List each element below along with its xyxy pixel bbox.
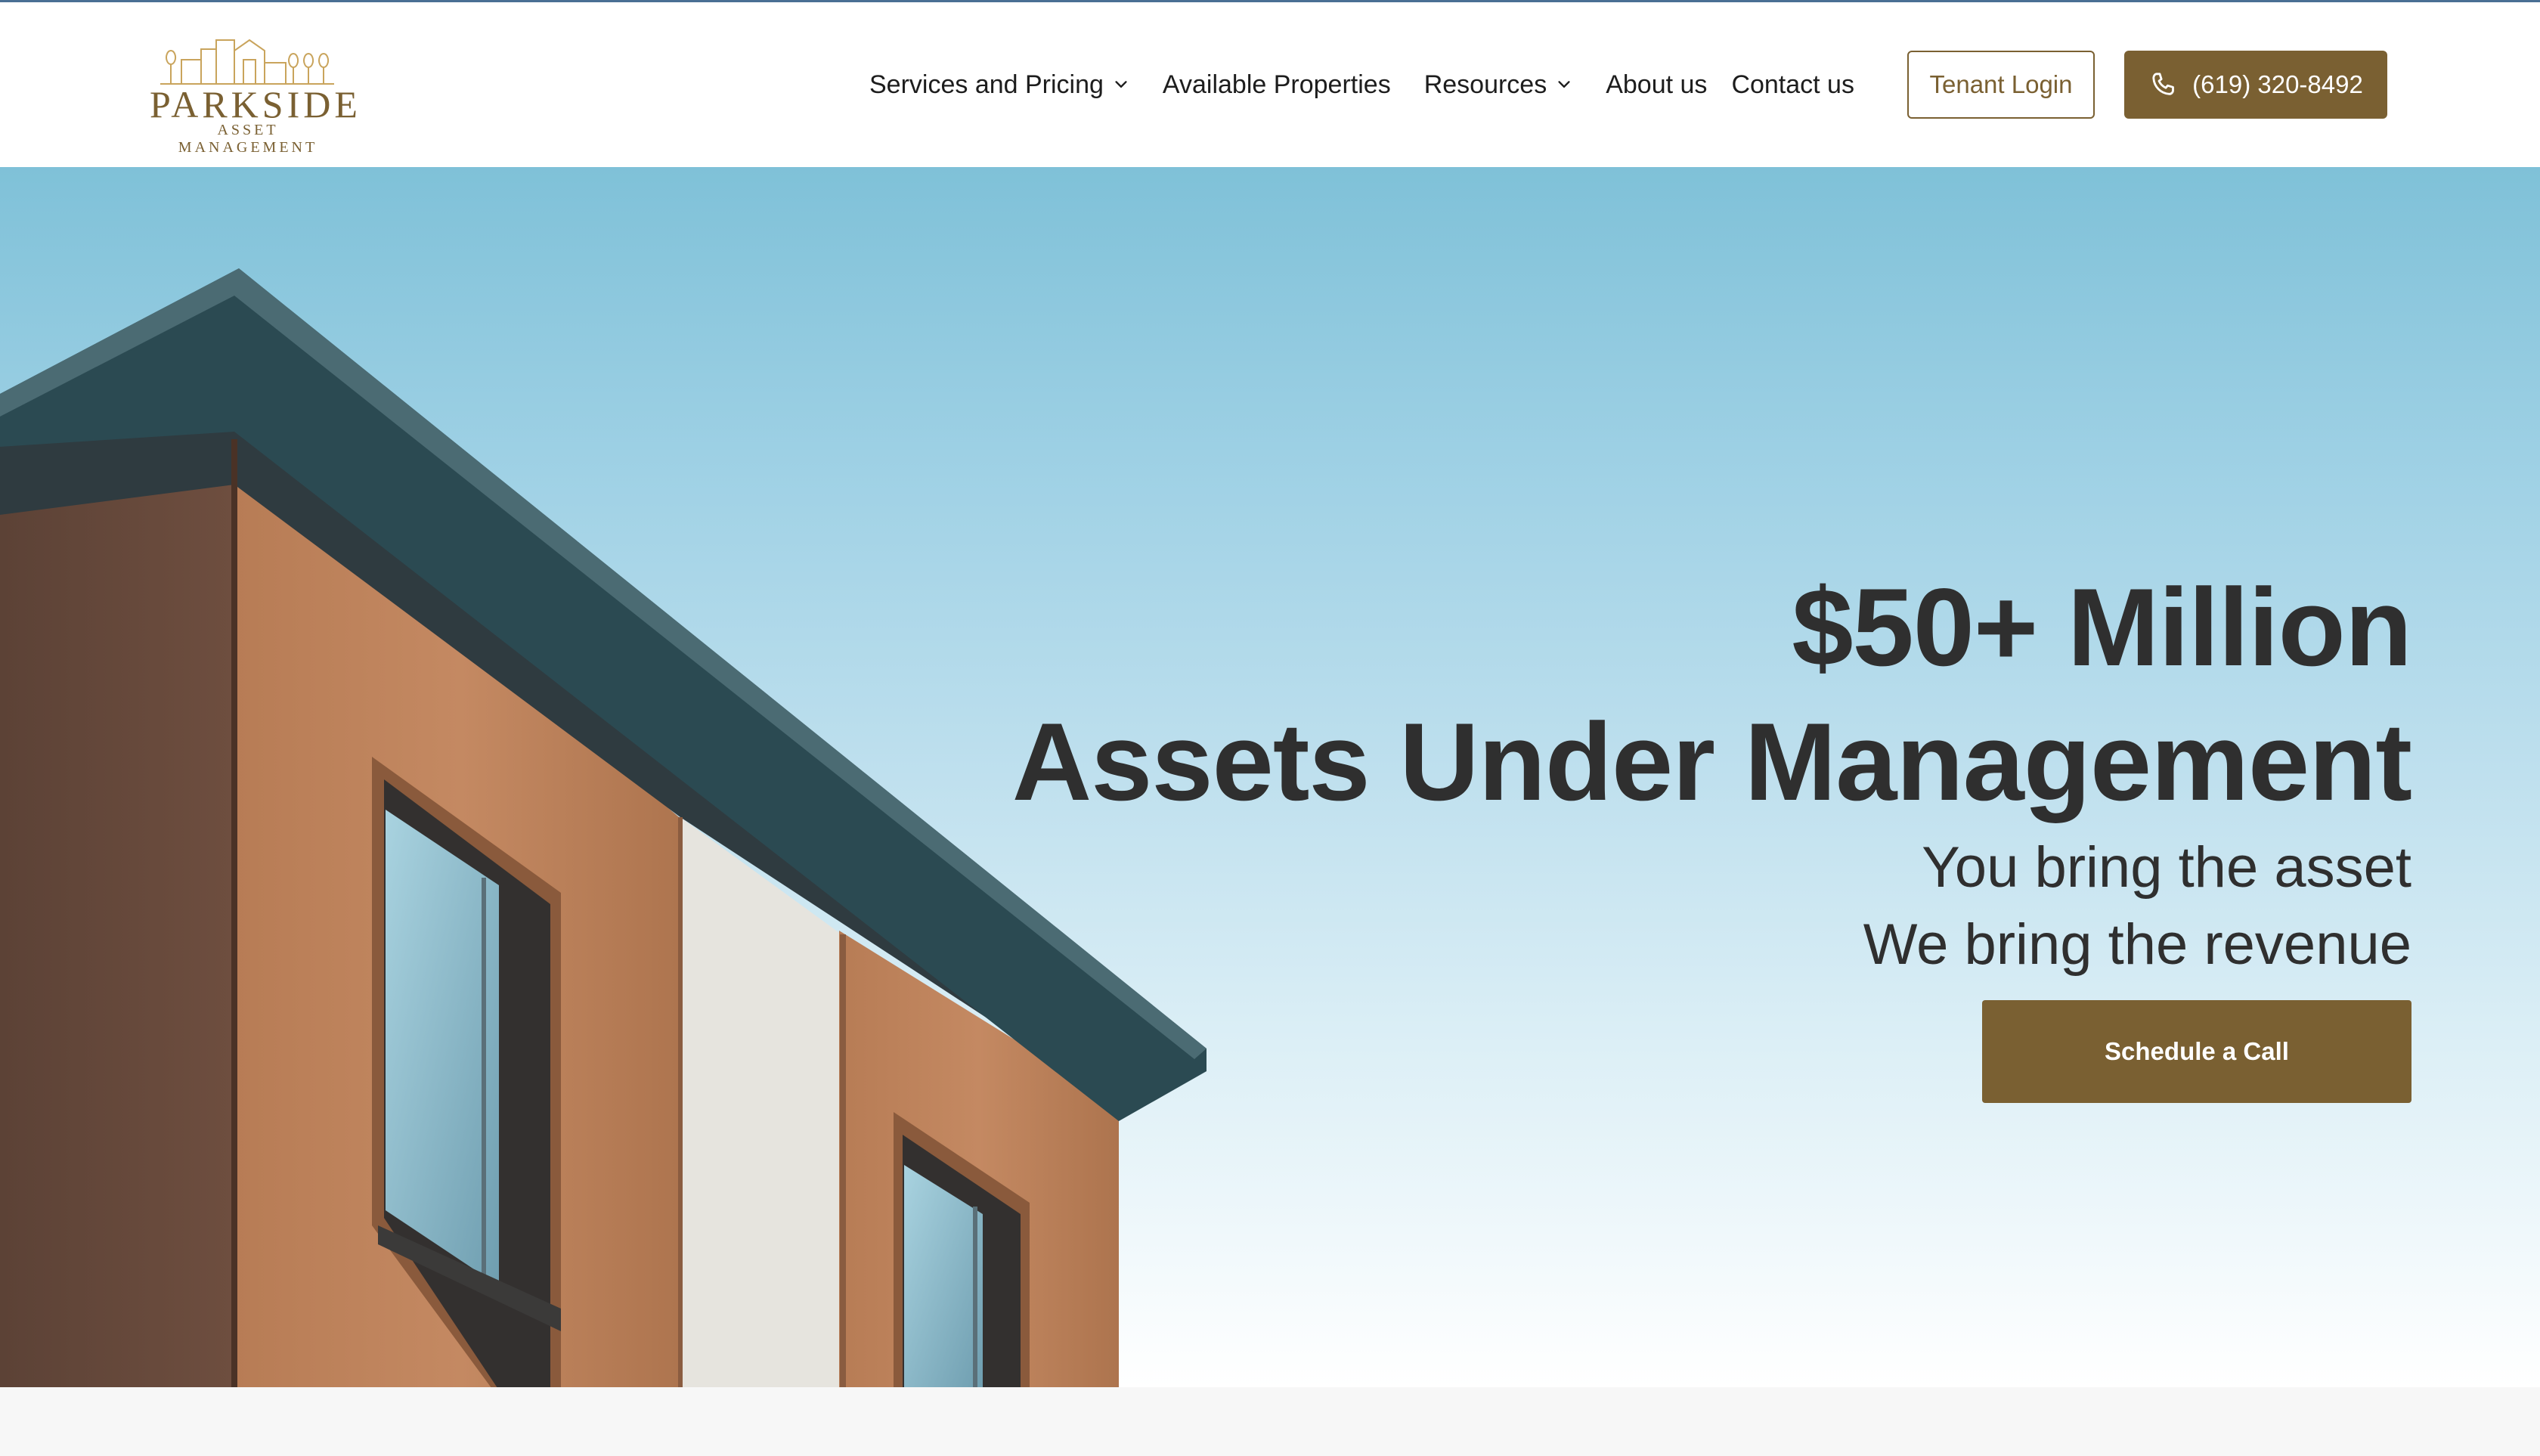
chevron-down-icon — [1558, 81, 1570, 88]
nav-label: Available Properties — [1162, 70, 1391, 99]
hero-headline-line2: Assets Under Management — [1011, 700, 2412, 823]
nav-contact-us[interactable]: Contact us — [1731, 70, 1854, 100]
hero-headline-line1: $50+ Million — [1792, 565, 2412, 689]
logo-tagline: ASSET MANAGEMENT — [178, 122, 318, 156]
nav-label: Services and Pricing — [869, 70, 1104, 99]
site-header: PARKSIDE ASSET MANAGEMENT Services and P… — [0, 2, 2540, 167]
hero-copy: $50+ Million Assets Under Management You… — [1011, 560, 2412, 984]
schedule-call-button[interactable]: Schedule a Call — [1982, 1000, 2411, 1103]
nav-about-us[interactable]: About us — [1606, 70, 1707, 100]
phone-icon — [2152, 73, 2175, 95]
logo-buildings-icon — [160, 39, 334, 85]
phone-number: (619) 320-8492 — [2192, 70, 2363, 98]
hero-section: $50+ Million Assets Under Management You… — [0, 167, 2540, 1387]
main-nav: Services and Pricing Available Propertie… — [869, 2, 1888, 167]
nav-label: About us — [1606, 70, 1708, 99]
nav-label: Contact us — [1731, 70, 1854, 99]
nav-label: Resources — [1423, 70, 1547, 99]
chevron-down-icon — [1115, 81, 1127, 88]
nav-resources[interactable]: Resources — [1424, 70, 1573, 100]
logo-wordmark: PARKSIDE — [150, 83, 361, 125]
nav-available-properties[interactable]: Available Properties — [1163, 70, 1391, 100]
hero-subline-1: You bring the asset — [1922, 835, 2411, 900]
next-section — [0, 1387, 2540, 1456]
tenant-login-button[interactable]: Tenant Login — [1907, 51, 2095, 119]
nav-services-and-pricing[interactable]: Services and Pricing — [869, 70, 1129, 100]
phone-call-button[interactable]: (619) 320-8492 — [2124, 51, 2387, 119]
hero-subline-2: We bring the revenue — [1863, 912, 2411, 977]
parkside-logo[interactable]: PARKSIDE ASSET MANAGEMENT — [150, 29, 361, 156]
